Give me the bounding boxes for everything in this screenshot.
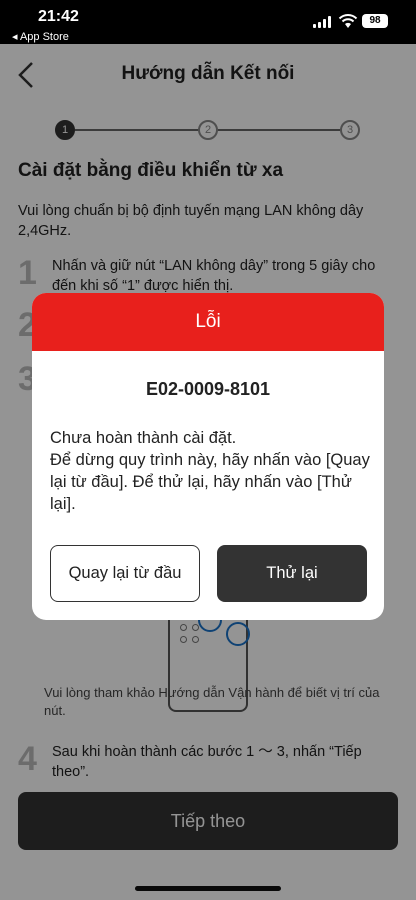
error-message: Chưa hoàn thành cài đặt. Để dừng quy trì… [50,429,370,513]
dialog-header: Lỗi [32,293,384,351]
battery-icon: 98 [362,14,388,28]
wifi-icon [338,14,358,28]
error-dialog: Lỗi E02-0009-8101 Chưa hoàn thành cài đặ… [32,293,384,620]
error-code: E02-0009-8101 [145,379,271,399]
back-to-app-store-link[interactable]: ◂ App Store [12,30,69,43]
battery-level: 98 [369,15,381,26]
status-bar: 21:42 ◂ App Store 98 [0,0,416,44]
cellular-signal-icon [313,16,333,28]
retry-button[interactable]: Thử lại [217,545,367,602]
restart-button[interactable]: Quay lại từ đầu [50,545,200,602]
status-time: 21:42 [38,8,79,25]
